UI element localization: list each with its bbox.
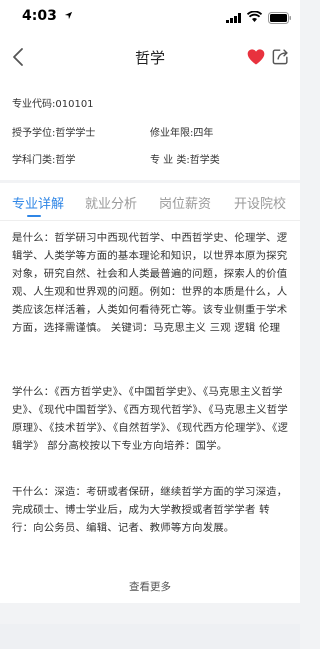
nav-bar: 哲学	[0, 34, 300, 80]
major-code: 专业代码:010101	[12, 99, 94, 110]
status-bar: 4:03	[0, 0, 300, 34]
bottom-section-edge	[0, 624, 300, 649]
details-card: 专业详解 就业分析 岗位薪资 开设院校 是什么：哲学研习中西现代哲学、中西哲学史…	[0, 183, 300, 603]
view-more-button[interactable]: 查看更多	[0, 579, 300, 594]
discipline-category: 学科门类:哲学	[12, 155, 76, 166]
status-time: 4:03	[22, 8, 57, 24]
study-years: 修业年限:四年	[150, 128, 214, 139]
tab-major-details[interactable]: 专业详解	[12, 193, 64, 212]
wifi-icon	[247, 11, 262, 22]
tab-job-salary[interactable]: 岗位薪资	[159, 193, 211, 212]
share-icon[interactable]	[271, 47, 290, 66]
signal-icon	[226, 13, 241, 23]
location-arrow-icon	[64, 11, 73, 20]
what-to-learn-paragraph: 学什么：《西方哲学史》、《中国哲学史》、《马克思主义哲学史》、《现代中国哲学》、…	[12, 386, 289, 452]
major-class: 专 业 类:哲学类	[150, 155, 220, 166]
tab-universities[interactable]: 开设院校	[234, 193, 286, 212]
degree-awarded: 授予学位:哲学学士	[12, 128, 96, 139]
major-info-card: 专业代码:010101 授予学位:哲学学士 修业年限:四年 学科门类:哲学 专 …	[0, 80, 300, 180]
career-paragraph: 干什么：深造：考研或者保研，继续哲学方面的学习深造，完成硕士、博士学业后，成为大…	[12, 486, 288, 534]
battery-icon	[268, 12, 291, 24]
what-is-paragraph: 是什么：哲学研习中西现代哲学、中西哲学史、伦理学、逻辑学、人类学等方面的基本理论…	[12, 232, 288, 334]
tab-employment-analysis[interactable]: 就业分析	[85, 193, 137, 212]
favorite-heart-icon[interactable]	[246, 47, 266, 67]
active-tab-indicator	[27, 215, 41, 217]
tab-divider	[0, 220, 300, 221]
